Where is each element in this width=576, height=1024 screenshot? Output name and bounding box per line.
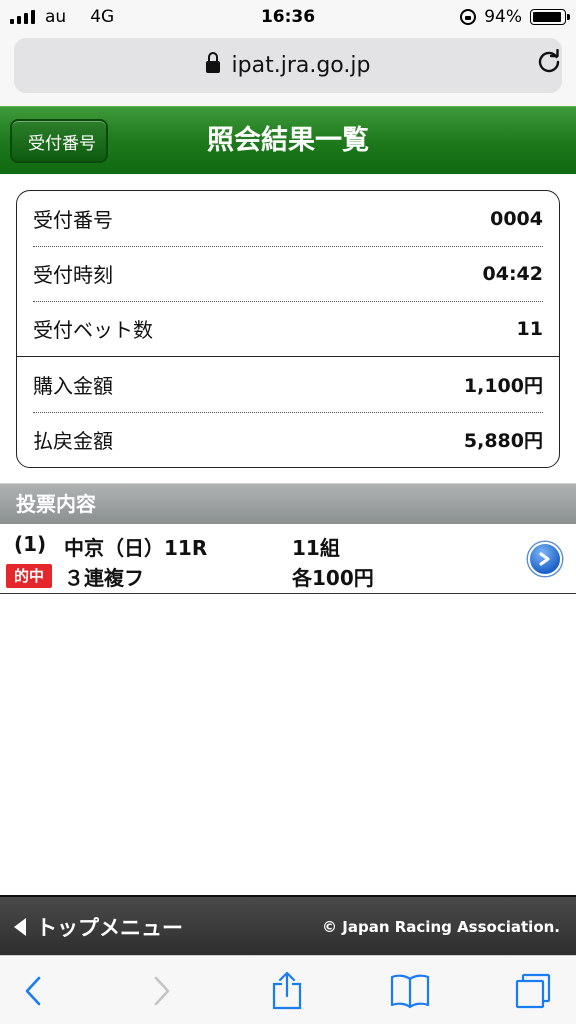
section-header-bet-content: 投票内容	[0, 483, 576, 524]
info-row-receipt-number: 受付番号 0004	[33, 191, 543, 246]
hit-badge: 的中	[6, 564, 52, 588]
rotation-lock-icon	[460, 9, 477, 25]
race-name: 中京（日）11R	[64, 536, 208, 560]
browser-toolbar	[0, 955, 576, 1024]
info-row-purchase-amount: 購入金額 1,100円	[33, 357, 543, 412]
forward-icon[interactable]	[131, 956, 191, 1024]
address-bar[interactable]: ipat.jra.go.jp	[14, 38, 562, 93]
status-bar: au 4G 16:36 94%	[0, 0, 576, 34]
carrier-label: au	[45, 7, 67, 27]
reload-icon[interactable]	[536, 49, 562, 75]
unit-amount: 各100円	[292, 566, 374, 590]
info-value: 1,100円	[463, 375, 543, 397]
page-header: 受付番号 照会結果一覧	[0, 106, 576, 174]
info-label: 受付番号	[33, 208, 113, 232]
bookmarks-icon[interactable]	[380, 956, 440, 1024]
info-value: 0004	[490, 207, 543, 230]
info-row-bet-count: 受付ベット数 11	[33, 301, 543, 356]
combination-count: 11組	[292, 536, 340, 560]
info-row-receipt-time: 受付時刻 04:42	[33, 246, 543, 301]
padlock-icon	[205, 51, 220, 77]
share-icon[interactable]	[257, 956, 317, 1024]
back-button-label: 受付番号	[28, 133, 96, 154]
battery-percent: 94%	[484, 7, 522, 27]
top-menu-link[interactable]: トップメニュー	[14, 897, 183, 957]
info-value: 04:42	[482, 262, 543, 285]
url-text: ipat.jra.go.jp	[231, 53, 371, 78]
bet-list-item[interactable]: (1) 中京（日）11R 11組 的中 ３連複フ 各100円	[0, 524, 576, 594]
detail-arrow-button[interactable]	[528, 542, 562, 576]
tabs-icon[interactable]	[503, 956, 563, 1024]
bet-number: (1)	[14, 532, 47, 556]
info-label: 購入金額	[33, 374, 113, 398]
bet-type: ３連複フ	[64, 566, 144, 590]
info-label: 受付時刻	[33, 263, 113, 287]
network-type-label: 4G	[90, 7, 115, 27]
browser-url-area: ipat.jra.go.jp	[0, 34, 576, 106]
info-label: 払戻金額	[33, 429, 113, 453]
back-icon[interactable]	[4, 956, 64, 1024]
signal-strength-icon	[10, 10, 35, 24]
info-row-payout-amount: 払戻金額 5,880円	[33, 412, 543, 467]
receipt-summary-card: 受付番号 0004 受付時刻 04:42 受付ベット数 11 購入金額 1,10…	[16, 190, 560, 468]
copyright-text: © Japan Racing Association.	[322, 918, 560, 936]
back-to-receipt-button[interactable]: 受付番号	[10, 119, 108, 163]
chevron-right-icon	[539, 552, 550, 566]
top-menu-label: トップメニュー	[36, 916, 183, 940]
info-value: 11	[516, 317, 543, 340]
info-value: 5,880円	[463, 430, 543, 452]
page-footer: トップメニュー © Japan Racing Association.	[0, 895, 576, 955]
triangle-left-icon	[14, 918, 26, 936]
info-label: 受付ベット数	[33, 318, 153, 342]
battery-icon	[530, 9, 570, 25]
